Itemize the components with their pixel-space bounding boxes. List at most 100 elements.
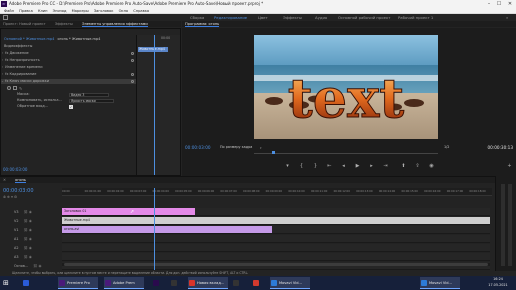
fx-row-motion[interactable]: › fx Движение bbox=[1, 51, 136, 56]
timeline-scrollbar[interactable] bbox=[62, 263, 490, 266]
menu-markers[interactable]: Маркеры bbox=[72, 9, 89, 13]
reset-icon[interactable] bbox=[131, 52, 134, 55]
menu-sequence[interactable]: Эпизод bbox=[53, 9, 67, 13]
tab-program[interactable]: Программа: огонь bbox=[185, 22, 220, 27]
clock[interactable]: 16:24 17.05.2021 bbox=[486, 277, 510, 289]
track-toggle-icon[interactable]: ⛓ ◉ bbox=[23, 219, 31, 223]
expand-icon[interactable]: › bbox=[1, 58, 4, 63]
track-toggle-icon[interactable]: ⛓ ◉ bbox=[23, 255, 31, 259]
marker-icon[interactable]: ▾ bbox=[284, 163, 291, 170]
menu-window[interactable]: Окно bbox=[119, 9, 129, 13]
track-toggle-icon[interactable]: ⛓ ◉ bbox=[23, 228, 31, 232]
timeline-clip[interactable]: Заголовок 01 bbox=[62, 208, 195, 215]
fx-row-time-remap[interactable]: › Изменение времени bbox=[1, 65, 136, 70]
menu-clip[interactable]: Клип bbox=[38, 9, 48, 13]
timeline-ruler[interactable]: 00:00 00:00:01:00 00:00:02:00 00:00:03:00 00… bbox=[62, 188, 492, 196]
workspace-audio[interactable]: Аудио bbox=[315, 14, 327, 21]
track-header[interactable]: A1 ⛓ ◉ bbox=[0, 235, 62, 243]
play-icon[interactable]: ▶ bbox=[354, 163, 361, 170]
track-toggle-icon[interactable]: ⛓ ◉ bbox=[33, 264, 41, 268]
workspace-main[interactable]: Основной рабочий проект bbox=[338, 14, 390, 21]
track-toggle-icon[interactable]: ⛓ ◉ bbox=[23, 246, 31, 250]
workspace-editing[interactable]: Редактирование bbox=[214, 14, 247, 21]
menu-file[interactable]: Файл bbox=[4, 9, 14, 13]
taskbar-item[interactable]: Movavi Vid... bbox=[270, 277, 310, 289]
expand-icon[interactable]: › bbox=[1, 51, 4, 56]
export-frame-icon[interactable]: ◉ bbox=[428, 163, 435, 170]
track-header[interactable]: V2 ⛓ ◉ bbox=[0, 217, 62, 225]
menu-help[interactable]: Справка bbox=[133, 9, 149, 13]
fx-clip-bar[interactable]: Животные.mp4 bbox=[138, 47, 168, 52]
fit-select[interactable]: По размеру кадра bbox=[220, 145, 262, 150]
mask-select[interactable]: Видео 3 bbox=[69, 92, 109, 97]
track-toggle-icon[interactable]: ⛓ ◉ bbox=[23, 237, 31, 241]
track-header[interactable]: V1 ⛓ ◉ bbox=[0, 226, 62, 234]
taskbar-item[interactable]: Movavi Vid... bbox=[420, 277, 460, 289]
snap-icon[interactable]: ⋒ ⊕ ▾ ⚙ bbox=[3, 195, 17, 199]
workspace-color[interactable]: Цвет bbox=[258, 14, 268, 21]
minimize-icon[interactable]: – bbox=[484, 0, 494, 8]
ellipse-mask-icon[interactable] bbox=[7, 86, 11, 90]
close-tab-icon[interactable]: ✕ bbox=[3, 178, 6, 182]
tab-effect-controls[interactable]: Элементы управления эффектами bbox=[81, 22, 148, 27]
pen-icon[interactable]: ✎ bbox=[19, 86, 22, 91]
fx-source-label[interactable]: Основной * Животные.mp4 bbox=[4, 37, 54, 41]
reset-icon[interactable] bbox=[131, 80, 134, 83]
tab-effects[interactable]: Эффекты bbox=[55, 22, 73, 26]
expand-icon[interactable]: › bbox=[1, 72, 4, 77]
fx-row-track-matte[interactable]: ⌄ fx Ключ маски дорожки bbox=[1, 79, 136, 84]
taskbar-item[interactable]: Premiere Pro bbox=[58, 277, 98, 289]
more-icon[interactable]: » bbox=[506, 14, 508, 21]
timeline-timecode[interactable]: 00:00:03:00 bbox=[3, 188, 34, 194]
program-current-time[interactable]: 00:00:03:00 bbox=[185, 145, 211, 150]
taskbar-item[interactable]: Новая вклад... bbox=[188, 277, 228, 289]
tab-project[interactable]: Проект: Новый проект bbox=[3, 22, 46, 26]
fx-row-opacity[interactable]: › fx Непрозрачность bbox=[1, 58, 136, 63]
taskbar-item[interactable] bbox=[170, 277, 182, 289]
taskbar-item[interactable] bbox=[252, 277, 264, 289]
track-header[interactable]: A2 ⛓ ◉ bbox=[0, 244, 62, 252]
go-to-out-icon[interactable]: ⇥ bbox=[382, 163, 389, 170]
track-header[interactable]: V3 ⛓ ◉ bbox=[0, 208, 62, 216]
home-icon[interactable] bbox=[3, 15, 8, 20]
rect-mask-icon[interactable] bbox=[13, 86, 17, 90]
video-frame[interactable]: text bbox=[254, 35, 438, 139]
program-playhead-icon[interactable] bbox=[272, 151, 275, 154]
add-button-icon[interactable]: + bbox=[506, 163, 513, 170]
taskbar-item[interactable] bbox=[22, 277, 34, 289]
extract-icon[interactable]: ⇪ bbox=[414, 163, 421, 170]
reverse-checkbox[interactable]: ✓ bbox=[69, 105, 73, 109]
fx-row-crop[interactable]: › fx Кадрирование bbox=[1, 72, 136, 77]
reset-icon[interactable] bbox=[131, 59, 134, 62]
timeline-clip[interactable]: огонь.avi bbox=[62, 226, 272, 233]
timeline-clip[interactable]: Животные.mp4 bbox=[62, 217, 490, 224]
taskbar-item[interactable] bbox=[232, 277, 244, 289]
workspace-effects[interactable]: Эффекты bbox=[283, 14, 302, 21]
track-lane[interactable] bbox=[62, 244, 490, 252]
timeline-playhead[interactable] bbox=[154, 188, 155, 270]
track-lane[interactable] bbox=[62, 253, 490, 261]
fx-sequence-label[interactable]: огонь * Животные.mp4 bbox=[57, 37, 100, 41]
start-icon[interactable]: ⊞ bbox=[3, 279, 11, 287]
chevron-down-icon[interactable]: ▾ bbox=[260, 146, 262, 150]
taskbar-item[interactable]: Adobe Prem bbox=[104, 277, 144, 289]
composite-select[interactable]: Яркость маски bbox=[69, 98, 114, 103]
track-lane[interactable]: Животные.mp4 bbox=[62, 217, 490, 225]
track-lane[interactable]: Заголовок 01 bbox=[62, 208, 490, 216]
track-header[interactable]: Основ... ⛓ ◉ bbox=[0, 262, 62, 270]
menu-edit[interactable]: Правка bbox=[19, 9, 33, 13]
lift-icon[interactable]: ⬆ bbox=[400, 163, 407, 170]
workspace-1[interactable]: Рабочий проект 1 bbox=[398, 14, 433, 21]
close-icon[interactable]: ✕ bbox=[505, 0, 515, 8]
step-forward-icon[interactable]: ▸ bbox=[368, 163, 375, 170]
menu-title[interactable]: Заголовок bbox=[94, 9, 114, 13]
out-point-icon[interactable]: } bbox=[312, 163, 319, 170]
track-header[interactable]: A3 ⛓ ◉ bbox=[0, 253, 62, 261]
tab-sequence[interactable]: огонь bbox=[15, 178, 26, 183]
scroll-thumb[interactable] bbox=[64, 263, 488, 266]
step-back-icon[interactable]: ◂ bbox=[340, 163, 347, 170]
reset-icon[interactable] bbox=[131, 73, 134, 76]
taskbar-item[interactable] bbox=[152, 277, 164, 289]
workspace-assembly[interactable]: Сборка bbox=[190, 14, 204, 21]
in-point-icon[interactable]: { bbox=[298, 163, 305, 170]
